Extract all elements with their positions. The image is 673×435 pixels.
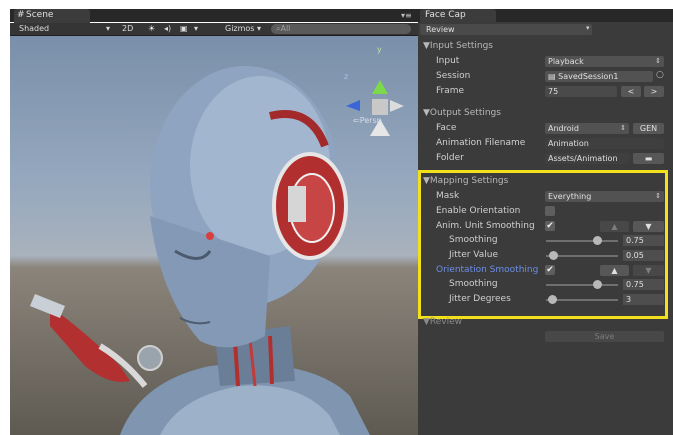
- object-picker-icon[interactable]: ○: [656, 70, 664, 80]
- frame-label: Frame: [436, 86, 465, 96]
- audio-toggle-icon[interactable]: ◂): [164, 23, 171, 35]
- folder-field[interactable]: Assets/Animation: [545, 153, 629, 164]
- frame-field[interactable]: 75: [545, 86, 617, 97]
- scene-search-placeholder-text: All: [280, 24, 291, 33]
- arrow-left-icon: <: [627, 87, 635, 96]
- persp-arrow-icon: ⇐: [353, 116, 360, 125]
- scene-menu-icon[interactable]: ▾≡: [401, 11, 412, 20]
- animation-filename-value: Animation: [548, 139, 589, 148]
- frame-prev-button[interactable]: <: [621, 86, 641, 97]
- session-label: Session: [436, 71, 471, 81]
- folder-icon: ▬: [644, 154, 653, 163]
- session-field[interactable]: ▤ SavedSession1: [545, 71, 653, 82]
- input-dropdown[interactable]: Playback: [545, 56, 664, 67]
- folder-label: Folder: [436, 153, 464, 163]
- scene-grid-icon: #: [17, 10, 25, 20]
- input-label: Input: [436, 56, 460, 66]
- face-cap-tab-label: Face Cap: [425, 10, 466, 20]
- gizmos-dropdown-arrow-icon: ▾: [257, 24, 262, 33]
- face-dropdown-value: Android: [548, 124, 579, 133]
- frame-value: 75: [548, 87, 559, 96]
- foldout-arrow-icon: ▼: [423, 41, 430, 51]
- folder-value: Assets/Animation: [548, 154, 618, 163]
- output-settings-header[interactable]: ▼Output Settings: [423, 108, 501, 118]
- robot-character-render: [30, 66, 404, 435]
- projection-label[interactable]: ⇐Persp: [353, 116, 382, 125]
- review-header[interactable]: ▼Review: [423, 317, 462, 327]
- review-mode-select-label: Review: [426, 25, 455, 34]
- output-settings-title: Output Settings: [429, 108, 501, 118]
- frame-next-button[interactable]: >: [644, 86, 664, 97]
- session-value: SavedSession1: [558, 72, 619, 81]
- persp-text: Persp: [359, 116, 382, 125]
- input-dropdown-value: Playback: [548, 57, 584, 66]
- mapping-settings-highlight: [418, 170, 668, 319]
- browse-folder-button[interactable]: ▬: [633, 153, 664, 164]
- shading-dropdown-arrow-icon: ▾: [106, 24, 111, 33]
- foldout-arrow-icon: ▼: [423, 317, 430, 327]
- gen-button[interactable]: GEN: [633, 123, 664, 134]
- file-icon: ▤: [548, 72, 556, 81]
- save-button[interactable]: Save: [545, 331, 664, 342]
- shading-dropdown[interactable]: Shaded: [19, 23, 49, 35]
- animation-filename-label: Animation Filename: [436, 138, 526, 148]
- gizmo-y-axis-label: y: [377, 45, 382, 54]
- scene-search-placeholder: ⌕All: [276, 23, 290, 35]
- scene-tab-label: Scene: [26, 10, 54, 20]
- lighting-toggle-icon[interactable]: ☀: [148, 23, 155, 35]
- input-settings-title: Input Settings: [429, 41, 494, 51]
- chevron-down-icon: ▾: [586, 24, 590, 32]
- input-settings-header[interactable]: ▼Input Settings: [423, 41, 493, 51]
- scene-viewport[interactable]: y z: [10, 36, 418, 435]
- review-title: Review: [429, 317, 463, 327]
- arrow-right-icon: >: [650, 87, 658, 96]
- face-dropdown[interactable]: Android: [545, 123, 629, 134]
- face-label: Face: [436, 123, 457, 133]
- mode-2d-toggle[interactable]: 2D: [122, 23, 133, 35]
- gizmo-z-axis-label: z: [344, 72, 349, 81]
- gizmos-dropdown[interactable]: Gizmos: [225, 23, 254, 35]
- scene-search-input[interactable]: [271, 24, 411, 34]
- effects-toggle-icon[interactable]: ▣: [180, 23, 188, 35]
- effects-dropdown-arrow-icon: ▾: [194, 24, 199, 33]
- foldout-arrow-icon: ▼: [423, 108, 430, 118]
- animation-filename-field[interactable]: Animation: [545, 138, 664, 149]
